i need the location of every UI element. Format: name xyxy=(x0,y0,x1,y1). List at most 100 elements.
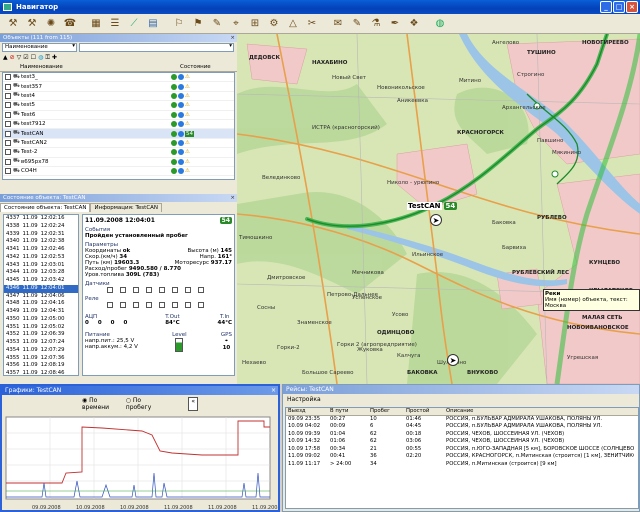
object-row[interactable]: ⛟ test4 ⚠ xyxy=(3,92,234,102)
vehicle-direction-icon[interactable]: ➤ xyxy=(430,214,442,226)
globe-icon[interactable]: ◍ xyxy=(431,15,449,33)
trips-table[interactable]: Выезд В пути Пробег Простой Описание 09.09 23… xyxy=(285,407,639,509)
stop-icon[interactable]: ⊘ xyxy=(10,54,15,62)
col-state[interactable]: Состояние xyxy=(180,63,235,71)
trip-row[interactable]: 09.09 23:35 00:27 10 01:46 РОССИЯ, п.БУЛЬВАР… xyxy=(286,416,638,424)
object-checkbox[interactable] xyxy=(5,83,11,90)
box-icon[interactable]: ☐ xyxy=(31,54,36,62)
object-row[interactable]: ⛟ Test-2 ⚠ xyxy=(3,148,234,158)
trip-row[interactable]: 10.09 17:58 00:34 21 00:55 РОССИЯ, п.ЮГО-ЗАП… xyxy=(286,446,638,454)
object-row[interactable]: ⛟ TestCAN 54 xyxy=(3,129,234,139)
event-row[interactable]: 4352 11.09 12:06:39 xyxy=(4,331,78,339)
tools2-icon[interactable]: ⚒ xyxy=(23,15,41,33)
tool-g-icon[interactable]: △ xyxy=(284,15,302,33)
event-row[interactable]: 4343 11.09 12:03:01 xyxy=(4,262,78,270)
trip-row[interactable]: 10.09 09:39 01:04 62 00:18 РОССИЯ, ЧЕХОВ, ШО… xyxy=(286,431,638,439)
chart-icon[interactable]: ⟋ xyxy=(125,15,143,33)
event-row[interactable]: 4338 11.09 12:02:24 xyxy=(4,223,78,231)
map-object-marker[interactable]: TestCAN 54 xyxy=(407,202,458,210)
object-row[interactable]: ⛟ TestCAN2 ⚠ xyxy=(3,139,234,149)
tool-l-icon[interactable]: ✒ xyxy=(386,15,404,33)
object-checkbox[interactable] xyxy=(5,158,11,165)
object-checkbox[interactable] xyxy=(5,139,11,146)
tool-c-icon[interactable]: ✎ xyxy=(208,15,226,33)
window-title-bar[interactable]: Навигатор _ □ × xyxy=(0,0,640,14)
close-icon[interactable]: × xyxy=(230,34,235,42)
trips-col-header[interactable]: Выезд xyxy=(286,408,328,415)
object-checkbox[interactable] xyxy=(5,168,11,175)
radio-by-mileage[interactable]: ○ По пробегу xyxy=(126,397,159,411)
check-icon[interactable]: ☑ xyxy=(23,54,28,62)
object-row[interactable]: ⛟ Test6 ⚠ xyxy=(3,111,234,120)
object-row[interactable]: ⛟ test7912 ⚠ xyxy=(3,120,234,130)
event-row[interactable]: 4357 11.09 12:08:46 xyxy=(4,370,78,375)
object-row[interactable]: ⛟ test357 ⚠ xyxy=(3,82,234,92)
trip-row[interactable]: 10.09 14:32 01:06 62 03:06 РОССИЯ, ЧЕХОВ, ШО… xyxy=(286,438,638,446)
event-row[interactable]: 4341 11.09 12:02:46 xyxy=(4,246,78,254)
vehicle-marker-icon[interactable]: ➤ xyxy=(447,354,459,366)
object-row[interactable]: ⛟ CO4H ⚠ xyxy=(3,167,234,177)
tool-d-icon[interactable]: ⌖ xyxy=(227,15,245,33)
tab-info[interactable]: Информация: TestCAN xyxy=(90,203,163,212)
event-row[interactable]: 4353 11.09 12:07:24 xyxy=(4,339,78,347)
lock-icon[interactable]: ⚿ xyxy=(45,54,50,62)
event-row[interactable]: 4350 11.09 12:05:00 xyxy=(4,316,78,324)
tool-i-icon[interactable]: ✉ xyxy=(329,15,347,33)
object-row[interactable]: ⛟ test3_ ⚠ xyxy=(3,73,234,83)
tool-b-icon[interactable]: ⚑ xyxy=(189,15,207,33)
tool-m-icon[interactable]: ❖ xyxy=(405,15,423,33)
collapse-button[interactable]: « xyxy=(188,397,198,411)
event-row[interactable]: 4340 11.09 12:02:38 xyxy=(4,238,78,246)
filter-icon[interactable]: ▽ xyxy=(17,54,22,62)
event-row[interactable]: 4356 11.09 12:08:19 xyxy=(4,362,78,370)
event-row[interactable]: 4337 11.09 12:02:16 xyxy=(4,215,78,223)
event-row[interactable]: 4349 11.09 12:04:31 xyxy=(4,308,78,316)
objects-list[interactable]: ⛟ test3_ ⚠ ⛟ test357 ⚠ ⛟ test4 ⚠ ⛟ test5 ⚠ ⛟ Test6 ⚠ ⛟ t… xyxy=(2,72,235,180)
event-row[interactable]: 4355 11.09 12:07:36 xyxy=(4,355,78,363)
filter-value-input[interactable] xyxy=(79,43,234,52)
tool-h-icon[interactable]: ✂ xyxy=(303,15,321,33)
object-row[interactable]: ⛟ test5 ⚠ xyxy=(3,101,234,111)
object-row[interactable]: ⛟ в695рх78 ⚠ xyxy=(3,158,234,167)
trips-col-header[interactable]: Простой xyxy=(404,408,444,415)
list-icon[interactable]: ☰ xyxy=(106,15,124,33)
trip-row[interactable]: 10.09 04:02 00:09 6 04:45 РОССИЯ, п.БУЛЬВАР … xyxy=(286,423,638,431)
trips-col-header[interactable]: Пробег xyxy=(368,408,404,415)
graph-plot[interactable]: 09.09.2008 10.09.2008 10.09.2008 11.09.2008… xyxy=(2,413,281,512)
tool-f-icon[interactable]: ⚙ xyxy=(265,15,283,33)
trips-col-header[interactable]: Описание xyxy=(444,408,634,415)
filter-field-select[interactable]: Наименование xyxy=(2,43,77,52)
event-row[interactable]: 4354 11.09 12:07:29 xyxy=(4,347,78,355)
event-row[interactable]: 4342 11.09 12:02:53 xyxy=(4,254,78,262)
close-button[interactable]: × xyxy=(626,1,638,13)
settings-button[interactable]: Настройка xyxy=(283,394,639,405)
phone-icon[interactable]: ☎ xyxy=(61,15,79,33)
map-view[interactable]: ДЕДОВСК НАХАБИНО Новый Свет Новоникольское А… xyxy=(237,34,640,384)
trip-row[interactable]: 11.09 11:17 > 24:00 34 РОССИЯ, п.Митинская … xyxy=(286,461,638,469)
tool-e-icon[interactable]: ⊞ xyxy=(246,15,264,33)
trip-row[interactable]: 11.09 09:02 00:41 36 02:20 РОССИЯ, КРАСНОГОР… xyxy=(286,453,638,461)
object-checkbox[interactable] xyxy=(5,111,11,118)
tool-j-icon[interactable]: ✎ xyxy=(348,15,366,33)
event-list[interactable]: 4337 11.09 12:02:16 4338 11.09 12:02:24 4339 11… xyxy=(3,214,79,376)
satellite-icon[interactable]: ✺ xyxy=(42,15,60,33)
object-checkbox[interactable] xyxy=(5,74,11,81)
object-checkbox[interactable] xyxy=(5,121,11,128)
object-checkbox[interactable] xyxy=(5,102,11,109)
object-checkbox[interactable] xyxy=(5,130,11,137)
event-row[interactable]: 4345 11.09 12:03:42 xyxy=(4,277,78,285)
event-row[interactable]: 4346 11.09 12:04:01 xyxy=(4,284,78,293)
tool-a-icon[interactable]: ⚐ xyxy=(170,15,188,33)
map-icon[interactable]: ▤ xyxy=(144,15,162,33)
globe-small-icon[interactable]: ◍ xyxy=(38,54,43,62)
tab-state[interactable]: Состояние объекта: TestCAN xyxy=(0,203,91,212)
event-row[interactable]: 4347 11.09 12:04:06 xyxy=(4,293,78,301)
object-checkbox[interactable] xyxy=(5,92,11,99)
col-name[interactable]: Наименование xyxy=(20,63,180,71)
minimize-button[interactable]: _ xyxy=(600,1,612,13)
trips-col-header[interactable]: В пути xyxy=(328,408,368,415)
up-icon[interactable]: ▲ xyxy=(3,54,8,62)
plus-icon[interactable]: ✚ xyxy=(52,54,57,62)
event-row[interactable]: 4351 11.09 12:05:02 xyxy=(4,324,78,332)
table-icon[interactable]: ▦ xyxy=(87,15,105,33)
